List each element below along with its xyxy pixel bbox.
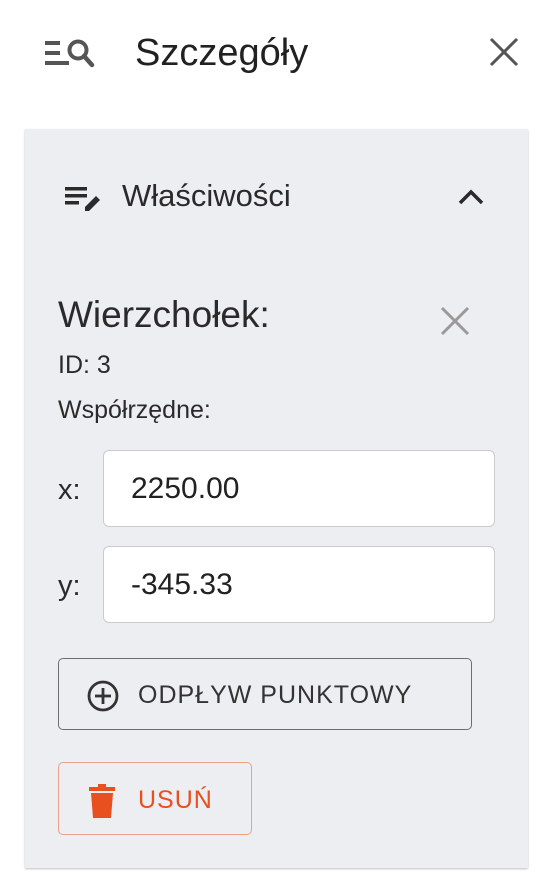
- add-point-outflow-button[interactable]: ODPŁYW PUNKTOWY: [58, 658, 472, 730]
- y-coordinate-input[interactable]: [103, 546, 495, 623]
- add-circle-outline-icon: [87, 680, 119, 712]
- add-point-outflow-label: ODPŁYW PUNKTOWY: [138, 681, 413, 709]
- properties-panel: Właściwości Wierzchołek: ID: 3 Współrzęd…: [25, 129, 528, 868]
- coordinates-label: Współrzędne:: [58, 396, 211, 424]
- close-vertex-icon[interactable]: [435, 301, 475, 341]
- x-label: x:: [58, 474, 81, 506]
- edit-note-icon: [65, 187, 100, 211]
- vertex-id: ID: 3: [58, 351, 111, 379]
- x-coordinate-input[interactable]: [103, 450, 495, 527]
- details-header: Szczegóły: [0, 0, 556, 108]
- vertex-title: Wierzchołek:: [58, 294, 270, 335]
- details-title: Szczegóły: [135, 32, 309, 74]
- close-details-icon[interactable]: [484, 32, 524, 72]
- delete-label: USUŃ: [138, 786, 213, 814]
- chevron-up-icon[interactable]: [455, 185, 487, 209]
- trash-icon: [89, 784, 115, 818]
- y-label: y:: [58, 570, 81, 602]
- delete-button[interactable]: USUŃ: [58, 762, 252, 835]
- manage-search-icon: [45, 39, 95, 68]
- properties-section-title: Właściwości: [122, 178, 291, 213]
- properties-section-toggle[interactable]: Właściwości: [25, 129, 528, 263]
